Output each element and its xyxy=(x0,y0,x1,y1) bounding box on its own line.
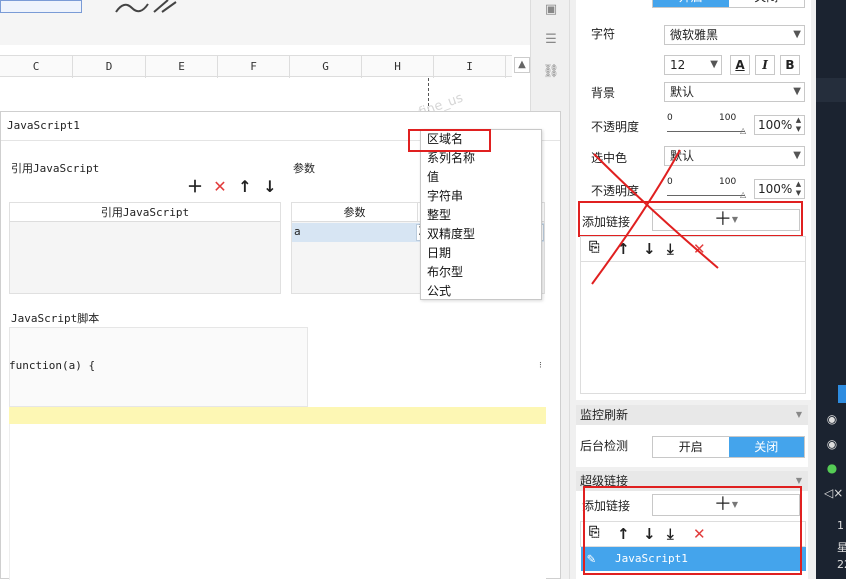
column-e[interactable]: E xyxy=(146,56,218,78)
font-size-value: 12 xyxy=(670,58,686,72)
pen-scribble-icon xyxy=(115,0,177,13)
font-value: 微软雅黑 xyxy=(670,28,719,42)
option-integer[interactable]: 整型 xyxy=(427,206,451,225)
background-check-toggle[interactable]: 开启 关闭 xyxy=(652,436,805,458)
option-boolean[interactable]: 布尔型 xyxy=(427,263,463,282)
column-header: C D E F G H I xyxy=(0,55,512,78)
column-i[interactable]: I xyxy=(434,56,506,78)
type-dropdown[interactable]: 区域名 系列名称 值 字符串 整型 双精度型 日期 布尔型 公式 xyxy=(420,129,542,300)
clock-fragment: 22 xyxy=(837,558,846,571)
volume-mute-icon[interactable]: ◁× xyxy=(824,486,843,502)
column-f[interactable]: F xyxy=(218,56,290,78)
background-select[interactable]: 默认 ▼ xyxy=(664,82,805,102)
param-name-cell[interactable]: a xyxy=(294,225,301,238)
annotation-box xyxy=(583,486,802,575)
qq-icon[interactable]: ◉ xyxy=(824,437,840,453)
toggle-off-option[interactable]: 关闭 xyxy=(729,0,805,7)
qq-icon[interactable]: ◉ xyxy=(824,412,840,428)
notification-chip[interactable] xyxy=(838,385,846,403)
add-icon[interactable]: ＋ xyxy=(186,178,204,196)
opacity-label: 不透明度 xyxy=(591,120,640,134)
font-color-button[interactable]: A xyxy=(730,55,750,75)
slider-thumb[interactable]: △ xyxy=(740,190,746,199)
ref-js-table[interactable]: 引用JavaScript xyxy=(9,202,281,294)
cell-grid[interactable]: fine_us xyxy=(0,78,530,120)
font-select[interactable]: 微软雅黑 ▼ xyxy=(664,25,805,45)
column-g[interactable]: G xyxy=(290,56,362,78)
option-double[interactable]: 双精度型 xyxy=(427,225,475,244)
arrow-up-icon[interactable]: ↑ xyxy=(236,178,254,196)
monitor-refresh-title: 监控刷新 xyxy=(580,408,629,422)
option-value[interactable]: 值 xyxy=(427,168,439,187)
delete-icon[interactable]: ✕ xyxy=(211,178,229,196)
wechat-icon[interactable]: ● xyxy=(824,461,840,477)
chevron-down-icon: ▼ xyxy=(710,59,718,70)
taskbar-highlight xyxy=(816,78,846,102)
report-design-area xyxy=(0,0,530,45)
param-name-header: 参数 xyxy=(292,203,418,222)
chevron-down-icon: ▼ xyxy=(793,29,801,40)
script-code-line[interactable]: function(a) { xyxy=(9,359,95,372)
column-d[interactable]: D xyxy=(73,56,146,78)
script-label: JavaScript脚本 xyxy=(11,312,100,325)
chevron-down-icon: ▼ xyxy=(793,150,801,161)
background-check-label: 后台检测 xyxy=(580,439,629,453)
ref-js-label: 引用JavaScript xyxy=(11,162,100,175)
opacity2-input[interactable]: 100% xyxy=(754,179,794,199)
slider-max: 100 xyxy=(719,113,737,123)
background-label: 背景 xyxy=(591,86,616,100)
script-scroll-marker: ⁝ xyxy=(539,361,542,371)
slider-track xyxy=(667,131,745,132)
font-label: 字符 xyxy=(591,27,616,41)
font-size-select[interactable]: 12 ▼ xyxy=(664,55,722,75)
clock-fragment: 星 xyxy=(837,541,846,554)
annotation-box xyxy=(408,129,491,152)
chevron-down-icon: ▼ xyxy=(793,86,801,97)
opacity2-spinner[interactable]: ▲ ▼ xyxy=(793,179,805,199)
selected-widget[interactable] xyxy=(0,0,82,13)
top-toggle[interactable]: 开启 关闭 xyxy=(652,0,805,8)
toggle-on-option[interactable]: 开启 xyxy=(653,437,729,457)
option-string[interactable]: 字符串 xyxy=(427,187,463,206)
column-h[interactable]: H xyxy=(362,56,434,78)
panel-icon[interactable]: ▣ xyxy=(541,2,561,18)
opacity-input[interactable]: 100% xyxy=(754,115,794,135)
system-taskbar: ◉ ◉ ● ◁× xyxy=(816,0,846,579)
slider-min: 0 xyxy=(667,113,673,123)
params-label: 参数 xyxy=(293,162,315,175)
column-c[interactable]: C xyxy=(0,56,73,78)
opacity-spinner[interactable]: ▲ ▼ xyxy=(793,115,805,135)
bold-button[interactable]: B xyxy=(780,55,800,75)
link-icon[interactable]: ⛓ xyxy=(541,64,561,80)
layers-icon[interactable]: ☰ xyxy=(541,32,561,48)
option-formula[interactable]: 公式 xyxy=(427,282,451,301)
collapse-icon[interactable]: ▼ xyxy=(796,405,802,425)
opacity-slider[interactable]: 0 100 △ xyxy=(667,113,747,141)
monitor-refresh-header[interactable]: 监控刷新 ▼ xyxy=(576,405,808,425)
toggle-off-option[interactable]: 关闭 xyxy=(728,437,804,457)
arrow-down-icon[interactable]: ↓ xyxy=(261,178,279,196)
dialog-title: JavaScript1 xyxy=(7,119,80,132)
script-current-line[interactable] xyxy=(9,407,546,424)
script-editor[interactable] xyxy=(9,424,546,580)
ref-js-column-header: 引用JavaScript xyxy=(10,203,280,222)
scroll-up-button[interactable]: ▲ xyxy=(514,57,530,73)
option-date[interactable]: 日期 xyxy=(427,244,451,263)
clock-fragment: 1 xyxy=(837,519,844,532)
slider-thumb[interactable]: △ xyxy=(740,126,746,135)
annotation-cross xyxy=(591,149,719,285)
toggle-on-option[interactable]: 开启 xyxy=(653,0,729,7)
background-value: 默认 xyxy=(670,85,695,99)
italic-button[interactable]: I xyxy=(755,55,775,75)
